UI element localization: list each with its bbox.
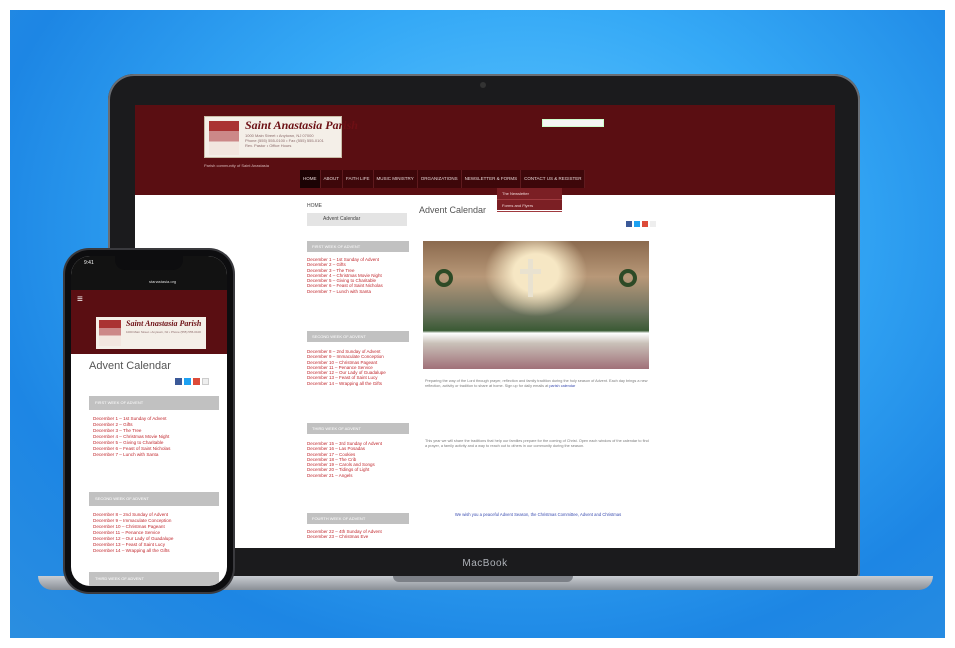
crucifix-bar bbox=[520, 269, 541, 274]
nav-faith-life[interactable]: FAITH LIFE bbox=[343, 170, 374, 188]
dropdown-item-newsletter[interactable]: The Newsletter bbox=[497, 188, 562, 200]
phone-share-buttons bbox=[175, 378, 209, 385]
church-icon bbox=[99, 320, 121, 346]
phone-section-week-1[interactable]: FIRST WEEK OF ADVENT bbox=[89, 396, 219, 410]
phone-screen: 9:41 stanastasia.org ≡ Saint Anastasia P… bbox=[71, 256, 227, 586]
google-plus-icon[interactable] bbox=[642, 221, 648, 227]
twitter-icon[interactable] bbox=[184, 378, 191, 385]
laptop-brand-label: MacBook bbox=[462, 558, 508, 569]
dropdown-item-forms[interactable]: Forms and Flyers bbox=[497, 200, 562, 212]
nav-music-ministry[interactable]: MUSIC MINISTRY bbox=[374, 170, 418, 188]
closing-text[interactable]: We wish you a peaceful Advent Season, th… bbox=[425, 512, 651, 518]
sidebar-link[interactable]: December 7 – Lunch with Santa bbox=[307, 289, 417, 294]
calendar-link[interactable]: parish calendar bbox=[549, 384, 575, 388]
sidebar-link[interactable]: December 23 – Christmas Eve bbox=[307, 534, 417, 539]
page-title: Advent Calendar bbox=[419, 205, 487, 215]
status-time: 9:41 bbox=[84, 260, 94, 266]
phone-site-header: ≡ Saint Anastasia Parish 1000 Main Stree… bbox=[71, 290, 227, 354]
wreath-icon bbox=[435, 269, 453, 287]
phone-site-logo[interactable]: Saint Anastasia Parish 1000 Main Street … bbox=[96, 317, 206, 349]
phone: 9:41 stanastasia.org ≡ Saint Anastasia P… bbox=[65, 250, 233, 592]
site-logo[interactable]: Saint Anastasia Parish 1000 Main Street … bbox=[204, 116, 358, 158]
main-nav: HOME ABOUT FAITH LIFE MUSIC MINISTRY ORG… bbox=[300, 170, 586, 188]
section-week-1-header[interactable]: FIRST WEEK OF ADVENT bbox=[307, 241, 409, 252]
advent-calendar-button[interactable]: Advent Calendar bbox=[307, 213, 407, 226]
phone-site-address: 1000 Main Street • Anytown, NJ • Phone (… bbox=[126, 330, 201, 334]
phone-site-name: Saint Anastasia Parish bbox=[126, 319, 202, 328]
crucifix-icon bbox=[528, 259, 533, 297]
share-buttons bbox=[626, 221, 656, 227]
mockup-stage: Saint Anastasia Parish 1000 Main Street … bbox=[10, 10, 945, 638]
camera-icon bbox=[480, 82, 486, 88]
section-week-2-links: December 8 – 2nd Sunday of Advent Decemb… bbox=[307, 349, 417, 386]
section-week-3-links: December 15 – 3rd Sunday of Advent Decem… bbox=[307, 441, 417, 478]
hamburger-icon[interactable]: ≡ bbox=[77, 295, 83, 305]
phone-section-week-3[interactable]: THIRD WEEK OF ADVENT bbox=[89, 572, 219, 586]
site-header: Saint Anastasia Parish 1000 Main Street … bbox=[135, 105, 835, 195]
phone-link[interactable]: December 14 – Wrapping all the Gifts bbox=[93, 548, 221, 554]
nav-contact-register[interactable]: CONTACT US & REGISTER bbox=[521, 170, 586, 188]
section-week-2-header[interactable]: SECOND WEEK OF ADVENT bbox=[307, 331, 409, 342]
site-address: 1000 Main Street • Anytown, NJ 07000 Pho… bbox=[245, 133, 324, 148]
laptop-screen: Saint Anastasia Parish 1000 Main Street … bbox=[135, 105, 835, 548]
more-share-icon[interactable] bbox=[650, 221, 656, 227]
section-week-4-header[interactable]: FOURTH WEEK OF ADVENT bbox=[307, 513, 409, 524]
nav-home[interactable]: HOME bbox=[300, 170, 321, 188]
intro-text: Preparing the way of the Lord through pr… bbox=[425, 379, 648, 389]
search-input[interactable] bbox=[542, 119, 604, 127]
section-week-4-links: December 22 – 4th Sunday of Advent Decem… bbox=[307, 529, 417, 540]
wreath-icon bbox=[619, 269, 637, 287]
sidebar-link[interactable]: December 21 – Angels bbox=[307, 473, 417, 478]
nav-dropdown: The Newsletter Forms and Flyers bbox=[497, 188, 562, 212]
site-name: Saint Anastasia Parish bbox=[245, 118, 358, 132]
nav-about[interactable]: ABOUT bbox=[321, 170, 344, 188]
intro-paragraph: Preparing the way of the Lord through pr… bbox=[425, 379, 651, 389]
google-plus-icon[interactable] bbox=[193, 378, 200, 385]
phone-notch bbox=[115, 256, 183, 270]
sidebar-link[interactable]: December 14 – Wrapping all the Gifts bbox=[307, 381, 417, 386]
phone-week-1-links: December 1 – 1st Sunday of Advent Decemb… bbox=[93, 416, 221, 458]
more-share-icon[interactable] bbox=[202, 378, 209, 385]
body-paragraph: This year we will share the traditions t… bbox=[425, 439, 649, 449]
church-altar-photo bbox=[423, 241, 649, 369]
phone-page-title: Advent Calendar bbox=[89, 360, 171, 372]
breadcrumb[interactable]: HOME bbox=[307, 203, 322, 209]
section-week-1-links: December 1 – 1st Sunday of Advent Decemb… bbox=[307, 257, 417, 294]
facebook-icon[interactable] bbox=[626, 221, 632, 227]
church-icon bbox=[209, 121, 239, 155]
nav-organizations[interactable]: ORGANIZATIONS bbox=[418, 170, 462, 188]
site-tagline: Parish community of Saint Anastasia bbox=[204, 163, 269, 168]
facebook-icon[interactable] bbox=[175, 378, 182, 385]
phone-link[interactable]: December 7 – Lunch with Santa bbox=[93, 452, 221, 458]
section-week-3-header[interactable]: THIRD WEEK OF ADVENT bbox=[307, 423, 409, 434]
url-bar[interactable]: stanastasia.org bbox=[149, 279, 176, 284]
phone-section-week-2[interactable]: SECOND WEEK OF ADVENT bbox=[89, 492, 219, 506]
phone-week-2-links: December 8 – 2nd Sunday of Advent Decemb… bbox=[93, 512, 221, 554]
laptop-hinge-notch bbox=[393, 576, 573, 582]
nav-newsletter-forms[interactable]: NEWSLETTER & FORMS bbox=[462, 170, 522, 188]
twitter-icon[interactable] bbox=[634, 221, 640, 227]
